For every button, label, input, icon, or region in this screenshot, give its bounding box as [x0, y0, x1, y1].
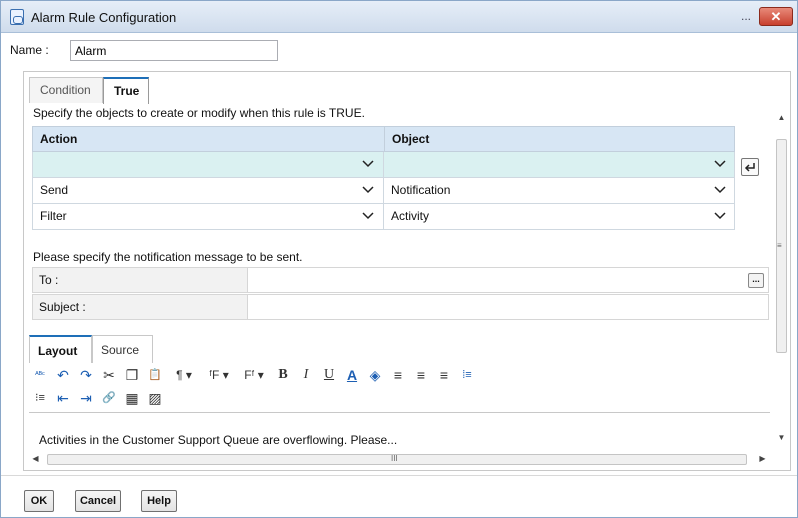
object-value: Notification: [391, 183, 451, 197]
align-left-icon[interactable]: ≡: [387, 365, 409, 385]
tab-layout[interactable]: Layout: [29, 335, 92, 363]
font-color-icon[interactable]: A: [341, 365, 363, 385]
align-right-icon[interactable]: ≡: [433, 365, 455, 385]
scroll-grip-icon: ≡: [777, 241, 782, 250]
chevron-down-icon: [362, 186, 374, 194]
tab-source[interactable]: Source: [92, 335, 153, 363]
action-value: Filter: [40, 209, 67, 223]
subject-label: Subject :: [33, 295, 248, 319]
app-icon: [10, 9, 24, 25]
italic-icon[interactable]: I: [295, 365, 317, 385]
undo-icon[interactable]: ↶: [52, 365, 74, 385]
paste-icon[interactable]: 📋: [144, 365, 166, 385]
underline-icon[interactable]: U: [318, 365, 340, 385]
minimize-button[interactable]: ...: [739, 9, 753, 23]
grid-row[interactable]: Send Notification: [32, 178, 735, 204]
window-title: Alarm Rule Configuration: [31, 10, 177, 25]
indent-icon[interactable]: ⇥: [75, 388, 97, 408]
action-value: Send: [40, 183, 69, 197]
tab-true[interactable]: True: [103, 77, 149, 104]
scroll-up-icon[interactable]: ▲: [773, 113, 790, 122]
column-divider: [384, 127, 385, 153]
title-bar[interactable]: Alarm Rule Configuration ... ✕: [1, 1, 797, 33]
object-select[interactable]: [384, 152, 735, 177]
vertical-scrollbar[interactable]: ▲ ≡ ▼: [773, 103, 790, 455]
action-select[interactable]: [33, 152, 384, 177]
spellcheck-icon[interactable]: ᴬᴮᶜ: [29, 365, 51, 385]
redo-icon[interactable]: ↷: [75, 365, 97, 385]
dialog-footer: OK Cancel Help: [1, 475, 797, 517]
true-tab-content: Specify the objects to create or modify …: [23, 103, 773, 459]
subject-row: Subject :: [32, 294, 769, 320]
browse-recipients-button[interactable]: ...: [748, 273, 764, 288]
numbered-list-icon[interactable]: ⁞≡: [456, 365, 478, 385]
horizontal-scrollbar[interactable]: ◀ III ▶: [27, 451, 771, 468]
name-label: Name :: [10, 43, 49, 57]
object-select[interactable]: Notification: [384, 178, 735, 203]
grid-header: Action Object: [32, 126, 735, 153]
outdent-icon[interactable]: ⇤: [52, 388, 74, 408]
cut-icon[interactable]: ✂: [98, 365, 120, 385]
chevron-down-icon: [714, 212, 726, 220]
bulleted-list-icon[interactable]: ⁝≡: [29, 388, 51, 408]
editor-toolbar-row-2: ⁝≡ ⇤ ⇥ 🔗 ▦ ▨: [29, 388, 167, 410]
column-header-action: Action: [40, 132, 78, 146]
editor-toolbar-row-1: ᴬᴮᶜ ↶ ↷ ✂ ❐ 📋 ¶ ▾ ᶠF ▾ Fᶠ ▾ B I U A ◈ ≡ ≡ ≡ ⁞≡: [29, 365, 479, 387]
scroll-right-icon[interactable]: ▶: [754, 454, 771, 463]
object-value: Activity: [391, 209, 430, 223]
highlight-icon[interactable]: ◈: [364, 365, 386, 385]
name-input[interactable]: [70, 40, 278, 61]
scroll-down-icon[interactable]: ▼: [773, 433, 790, 442]
column-header-object: Object: [392, 132, 430, 146]
help-button[interactable]: Help: [141, 490, 177, 512]
instruction-text: Specify the objects to create or modify …: [33, 106, 365, 120]
chevron-down-icon: [362, 160, 374, 168]
object-select[interactable]: Activity: [384, 204, 735, 229]
message-body-text: Activities in the Customer Support Queue…: [39, 433, 398, 447]
grid-row[interactable]: [32, 152, 735, 178]
copy-icon[interactable]: ❐: [121, 365, 143, 385]
align-center-icon[interactable]: ≡: [410, 365, 432, 385]
notification-prompt: Please specify the notification message …: [33, 250, 303, 264]
alarm-rule-dialog: Alarm Rule Configuration ... ✕ Name : Co…: [0, 0, 798, 518]
chevron-down-icon: [714, 160, 726, 168]
insert-image-icon[interactable]: ▨: [144, 388, 166, 408]
close-button[interactable]: ✕: [759, 7, 793, 26]
chevron-down-icon: [714, 186, 726, 194]
font-family-icon[interactable]: ᶠF ▾: [202, 365, 236, 385]
action-select[interactable]: Filter: [33, 204, 384, 229]
insert-link-icon[interactable]: 🔗: [98, 388, 120, 408]
insert-table-icon[interactable]: ▦: [121, 388, 143, 408]
ok-button[interactable]: OK: [24, 490, 54, 512]
font-size-icon[interactable]: Fᶠ ▾: [237, 365, 271, 385]
cancel-button[interactable]: Cancel: [75, 490, 121, 512]
scroll-left-icon[interactable]: ◀: [27, 454, 44, 463]
grid-row[interactable]: Filter Activity: [32, 204, 735, 230]
tab-condition[interactable]: Condition: [29, 77, 103, 103]
to-label: To :: [33, 268, 248, 292]
action-select[interactable]: Send: [33, 178, 384, 203]
paragraph-format-icon[interactable]: ¶ ▾: [167, 365, 201, 385]
bold-icon[interactable]: B: [272, 365, 294, 385]
chevron-down-icon: [362, 212, 374, 220]
to-row: To : ...: [32, 267, 769, 293]
scroll-grip-icon: III: [391, 454, 398, 463]
commit-row-button[interactable]: [741, 158, 759, 176]
enter-icon: [744, 163, 755, 172]
